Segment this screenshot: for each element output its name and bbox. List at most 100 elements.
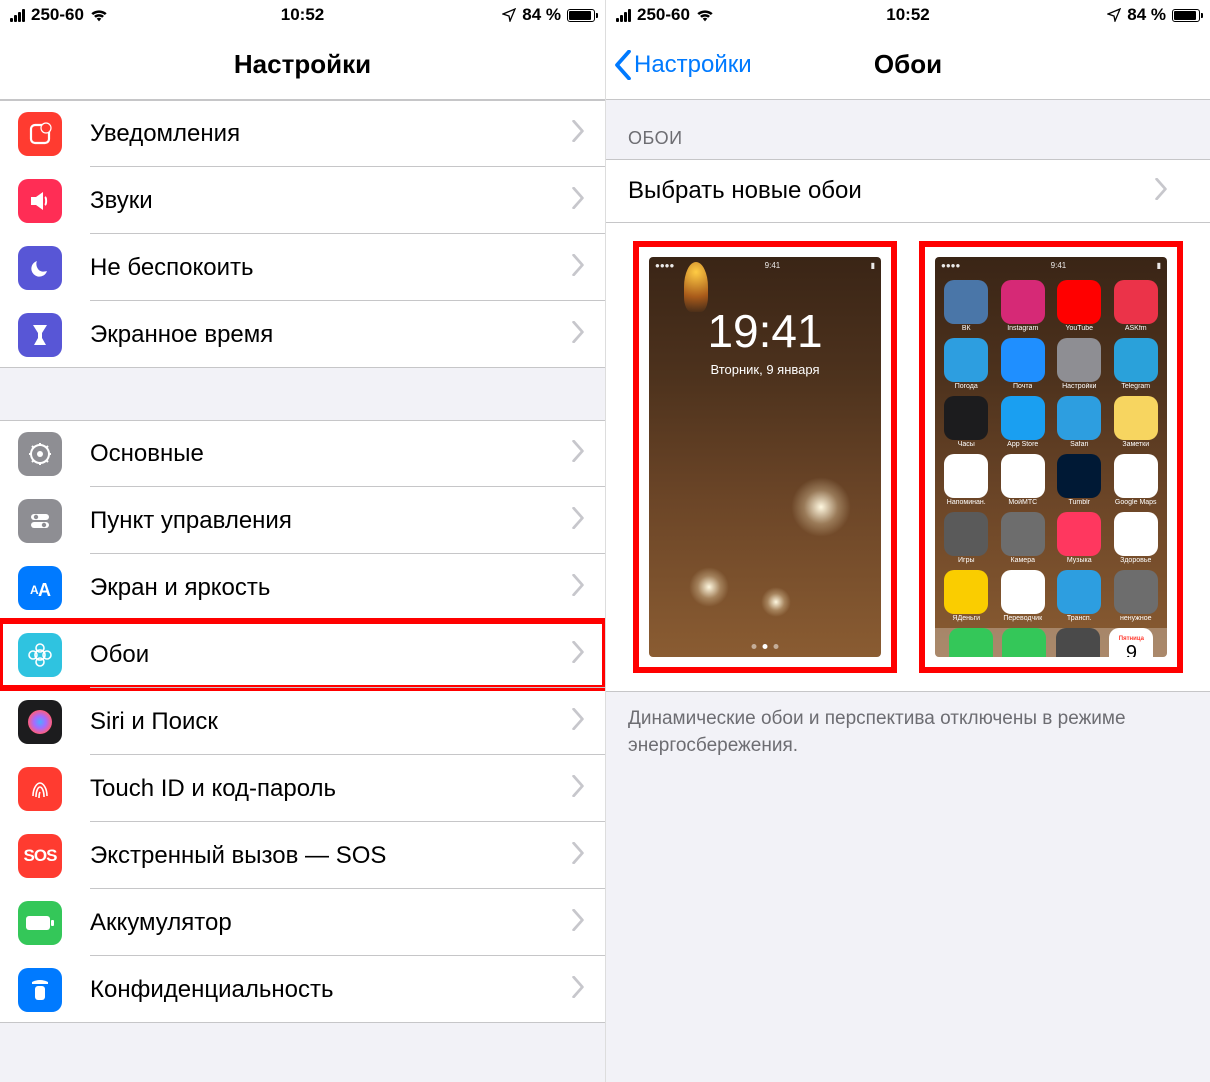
- row-dnd[interactable]: Не беспокоить: [0, 234, 605, 301]
- nav-title: Настройки: [234, 49, 371, 80]
- row-touchid[interactable]: Touch ID и код-пароль: [0, 755, 605, 822]
- app-10: Safari: [1054, 396, 1105, 448]
- row-sos[interactable]: SOSЭкстренный вызов — SOS: [0, 822, 605, 889]
- app-label: Игры: [958, 557, 975, 564]
- row-privacy[interactable]: Конфиденциальность: [0, 956, 605, 1023]
- app-icon: [1114, 280, 1158, 324]
- location-icon: [502, 8, 516, 22]
- thumb-status-bar: ●●●●9:41▮: [649, 257, 881, 274]
- app-label: ASKfm: [1125, 325, 1147, 332]
- status-bar: 250-60 10:52 84 %: [606, 0, 1210, 30]
- nav-bar: Настройки: [0, 30, 605, 100]
- row-siri[interactable]: Siri и Поиск: [0, 688, 605, 755]
- app-label: Safari: [1070, 441, 1088, 448]
- row-label: Конфиденциальность: [90, 976, 571, 1004]
- app-icon: [1114, 338, 1158, 382]
- chevron-right-icon: [571, 440, 585, 467]
- dock-app-1: [1002, 628, 1046, 657]
- row-display[interactable]: AAЭкран и яркость: [0, 554, 605, 621]
- app-icon: [944, 280, 988, 324]
- app-label: Настройки: [1062, 383, 1096, 390]
- lock-date: Вторник, 9 января: [649, 362, 881, 377]
- back-button[interactable]: Настройки: [614, 50, 752, 80]
- privacy-icon: [18, 968, 62, 1012]
- settings-screen: 250-60 10:52 84 % Настройки Уведомления З…: [0, 0, 605, 1082]
- page-dots: [752, 644, 779, 649]
- app-19: Здоровье: [1111, 512, 1162, 564]
- dnd-icon: [18, 246, 62, 290]
- choose-wallpaper-row[interactable]: Выбрать новые обои: [606, 159, 1210, 223]
- chevron-right-icon: [1154, 178, 1168, 205]
- thumb-status-bar: ●●●●9:41▮: [935, 257, 1167, 274]
- app-label: Погода: [955, 383, 978, 390]
- signal-icon: [10, 8, 25, 22]
- row-battery[interactable]: Аккумулятор: [0, 889, 605, 956]
- time-label: 10:52: [281, 5, 324, 25]
- app-label: Instagram: [1007, 325, 1038, 332]
- nav-bar: Настройки Обои: [606, 30, 1210, 100]
- app-icon: [1001, 396, 1045, 440]
- section-header: ОБОИ: [606, 100, 1210, 159]
- app-icon: [1057, 280, 1101, 324]
- row-wallpaper[interactable]: Обои: [0, 621, 605, 688]
- back-label: Настройки: [634, 51, 752, 79]
- wifi-icon: [90, 9, 108, 22]
- status-bar: 250-60 10:52 84 %: [0, 0, 605, 30]
- svg-text:A: A: [38, 580, 51, 600]
- app-0: ВК: [941, 280, 992, 332]
- display-icon: AA: [18, 566, 62, 610]
- row-screentime[interactable]: Экранное время: [0, 301, 605, 368]
- app-icon: [1057, 338, 1101, 382]
- app-label: Здоровье: [1120, 557, 1151, 564]
- row-general[interactable]: Основные: [0, 420, 605, 487]
- chevron-right-icon: [571, 909, 585, 936]
- app-label: Telegram: [1121, 383, 1150, 390]
- homescreen-preview[interactable]: ●●●●9:41▮ ВКInstagramYouTubeASKfmПогодаП…: [919, 241, 1183, 673]
- row-label: Touch ID и код-пароль: [90, 775, 571, 803]
- app-icon: [1057, 454, 1101, 498]
- app-icon: [1057, 570, 1101, 614]
- app-icon: [1001, 280, 1045, 324]
- app-label: Google Maps: [1115, 499, 1157, 506]
- app-icon: [1057, 396, 1101, 440]
- sounds-icon: [18, 179, 62, 223]
- row-label: Звуки: [90, 187, 571, 215]
- app-label: Трансп.: [1067, 615, 1092, 622]
- app-icon: [1114, 454, 1158, 498]
- lockscreen-preview[interactable]: ●●●●9:41▮ 19:41 Вторник, 9 января: [633, 241, 897, 673]
- app-17: Камера: [998, 512, 1049, 564]
- time-label: 10:52: [886, 5, 929, 25]
- chevron-right-icon: [571, 254, 585, 281]
- settings-list: Уведомления Звуки Не беспокоить Экранное вр…: [0, 100, 605, 1023]
- app-16: Игры: [941, 512, 992, 564]
- battery-icon: [1172, 9, 1200, 22]
- app-1: Instagram: [998, 280, 1049, 332]
- signal-icon: [616, 8, 631, 22]
- app-label: Переводчик: [1003, 615, 1042, 622]
- chevron-right-icon: [571, 976, 585, 1003]
- apps-grid: ВКInstagramYouTubeASKfmПогодаПочтаНастро…: [935, 274, 1167, 628]
- footer-note: Динамические обои и перспектива отключен…: [606, 692, 1210, 773]
- row-label: Экранное время: [90, 321, 571, 349]
- chevron-right-icon: [571, 641, 585, 668]
- sos-icon: SOS: [18, 834, 62, 878]
- chevron-right-icon: [571, 120, 585, 147]
- carrier-label: 250-60: [31, 5, 84, 25]
- chevron-right-icon: [571, 187, 585, 214]
- torch-glow: [684, 262, 708, 312]
- dock: Пятница9: [935, 628, 1167, 657]
- touchid-icon: [18, 767, 62, 811]
- wifi-icon: [696, 9, 714, 22]
- app-icon: [944, 454, 988, 498]
- row-label: Основные: [90, 440, 571, 468]
- row-notifications[interactable]: Уведомления: [0, 100, 605, 167]
- control-center-icon: [18, 499, 62, 543]
- app-22: Трансп.: [1054, 570, 1105, 622]
- row-sounds[interactable]: Звуки: [0, 167, 605, 234]
- app-label: ненужное: [1120, 615, 1152, 622]
- app-21: Переводчик: [998, 570, 1049, 622]
- app-23: ненужное: [1111, 570, 1162, 622]
- dock-app-0: [949, 628, 993, 657]
- app-icon: [1057, 512, 1101, 556]
- row-control-center[interactable]: Пункт управления: [0, 487, 605, 554]
